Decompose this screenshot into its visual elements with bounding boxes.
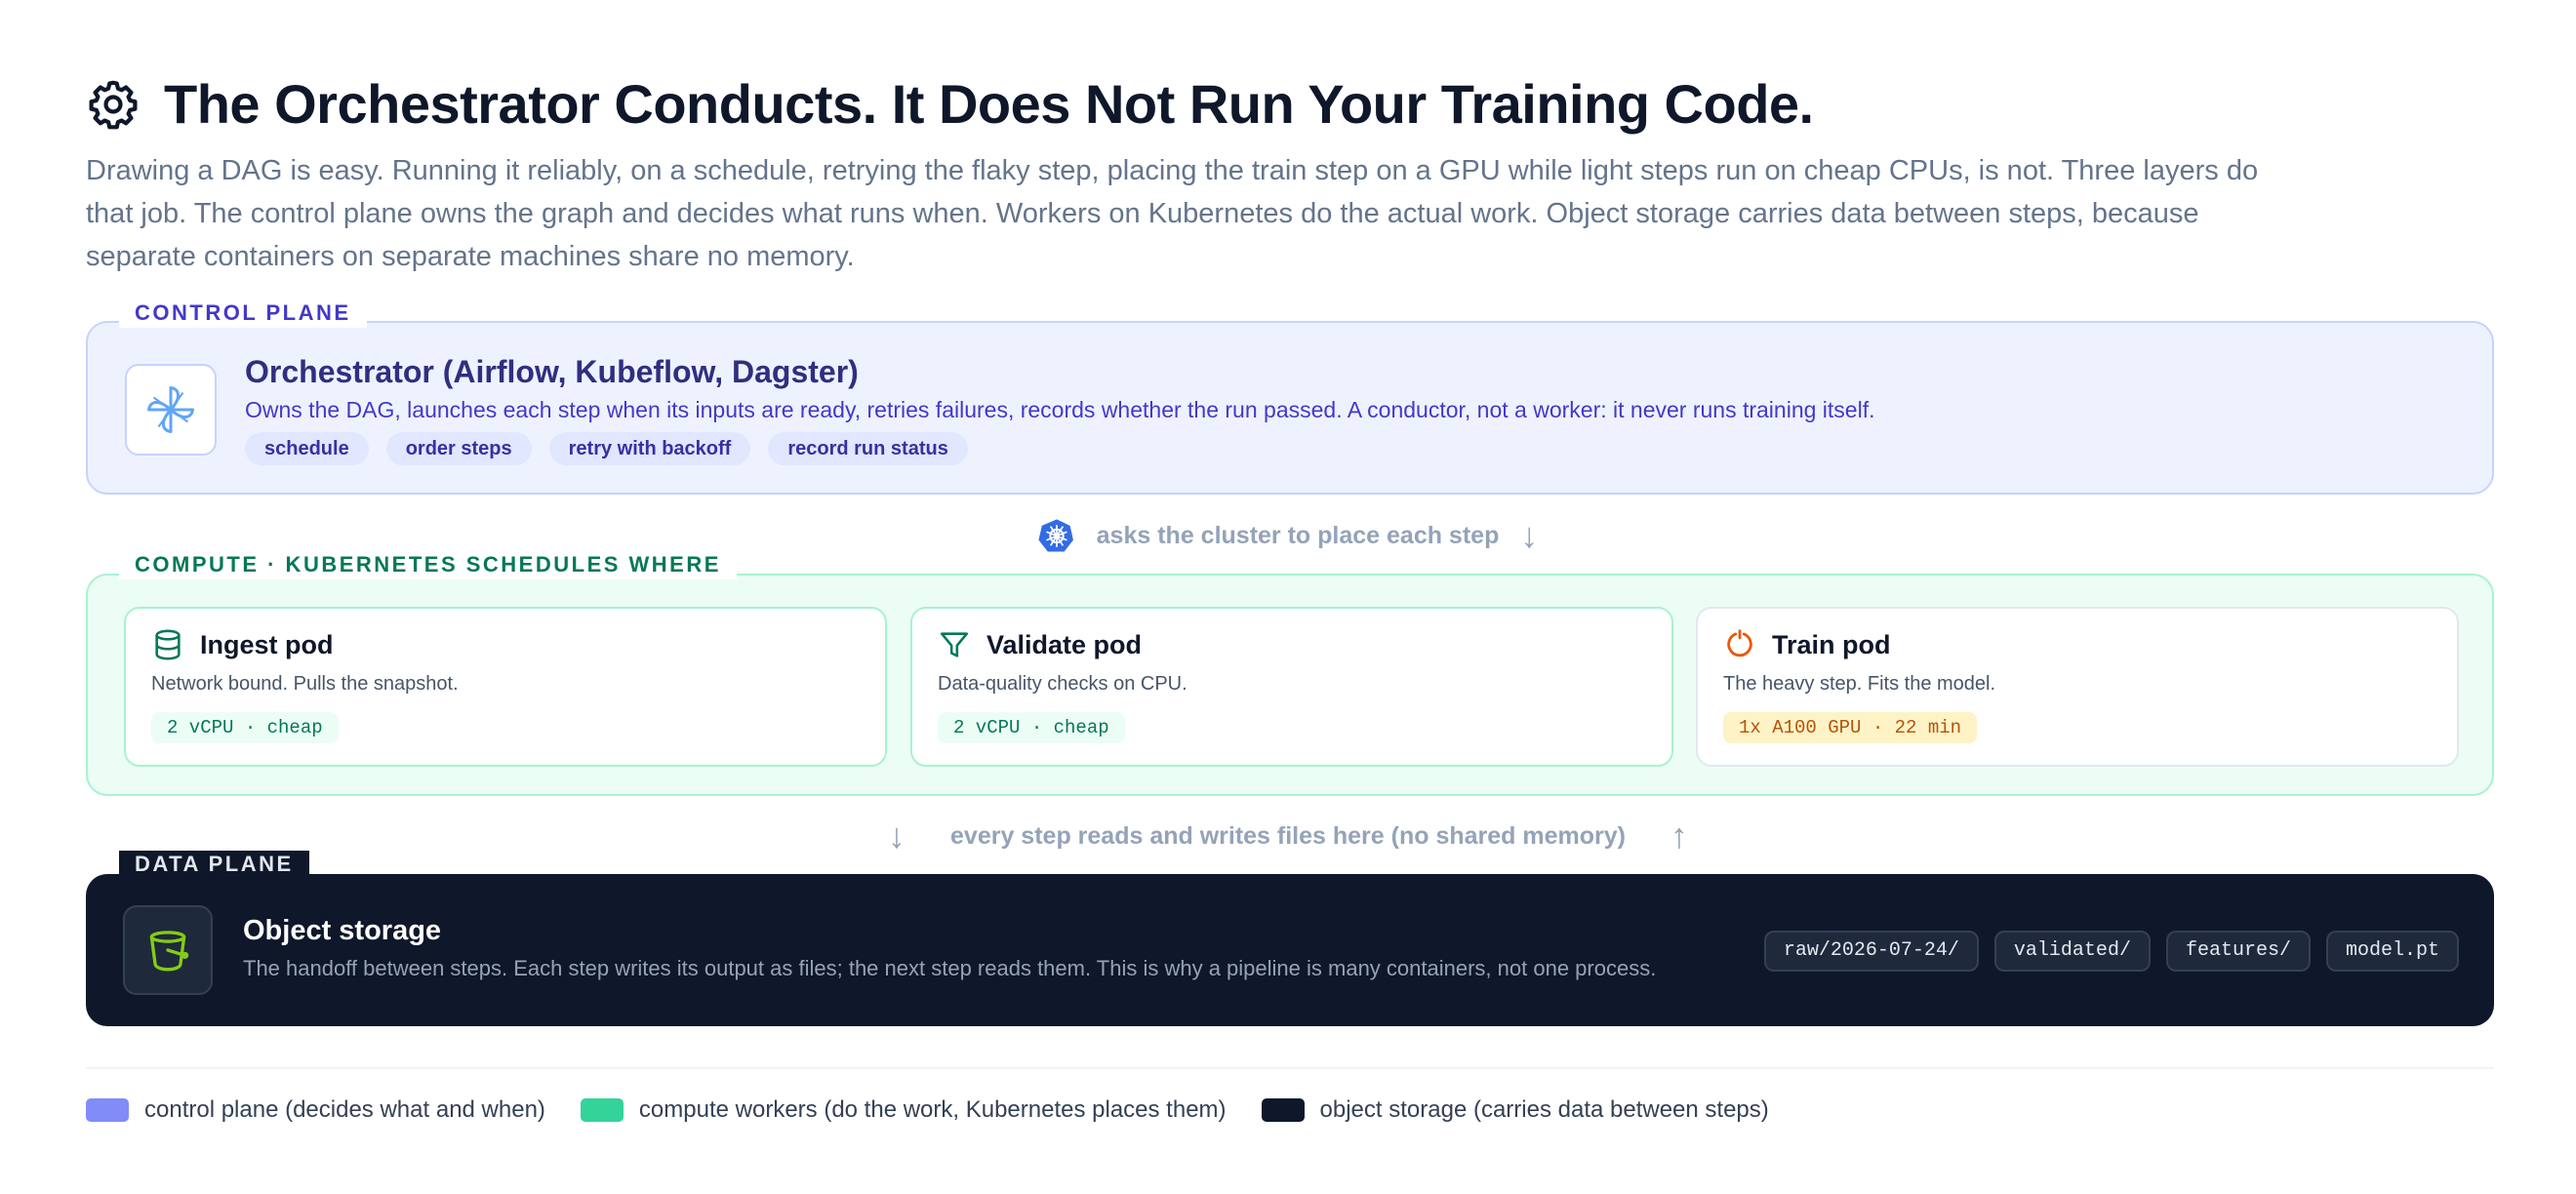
pod-header: Train pod	[1723, 628, 1891, 661]
pod-description: The heavy step. Fits the model.	[1723, 673, 1996, 695]
pod-card-validate: Validate pod Data-quality checks on CPU.…	[910, 607, 1673, 767]
pod-spec: 1x A100 GPU · 22 min	[1723, 712, 1978, 743]
title-row: The Orchestrator Conducts. It Does Not R…	[86, 72, 2330, 136]
gear-icon	[86, 77, 141, 132]
spinner-icon	[1723, 628, 1756, 661]
connector-top-text: asks the cluster to place each step	[1096, 521, 1500, 549]
object-storage-title: Object storage	[243, 915, 442, 946]
pod-description: Network bound. Pulls the snapshot.	[151, 673, 459, 695]
legend-label: compute workers (do the work, Kubernetes…	[638, 1096, 1227, 1123]
storage-path: validated/	[1993, 931, 2151, 972]
legend-label: object storage (carries data between ste…	[1319, 1096, 1769, 1123]
pod-title: Validate pod	[986, 629, 1143, 659]
connector-compute-to-data: ↓ every step reads and writes files here…	[0, 817, 2576, 855]
legend-item-control: control plane (decides what and when)	[86, 1096, 545, 1124]
chip-schedule: schedule	[245, 432, 369, 465]
control-plane-tag: CONTROL PLANE	[119, 298, 367, 328]
legend-swatch	[1261, 1098, 1305, 1122]
legend-item-storage: object storage (carries data between ste…	[1261, 1096, 1769, 1124]
bucket-icon	[123, 905, 213, 995]
orchestrator-title: Orchestrator (Airflow, Kubeflow, Dagster…	[245, 354, 859, 389]
arrow-down-icon: ↓	[1520, 515, 1539, 555]
compute-card: Ingest pod Network bound. Pulls the snap…	[86, 574, 2494, 796]
legend-label: control plane (decides what and when)	[144, 1096, 545, 1123]
pod-card-ingest: Ingest pod Network bound. Pulls the snap…	[124, 607, 887, 767]
legend-swatch	[580, 1098, 624, 1122]
storage-path: model.pt	[2325, 931, 2459, 972]
object-storage-description: The handoff between steps. Each step wri…	[243, 956, 1657, 980]
pod-spec: 2 vCPU · cheap	[938, 712, 1125, 743]
pinwheel-icon	[125, 364, 217, 456]
data-plane-tag: DATA PLANE	[119, 851, 309, 878]
pod-header: Ingest pod	[151, 628, 334, 661]
connector-bottom-text: every step reads and writes files here (…	[950, 821, 1626, 850]
database-icon	[151, 628, 184, 661]
legend-swatch	[86, 1098, 129, 1122]
chip-record-run-status: record run status	[768, 432, 968, 465]
filter-icon	[938, 628, 971, 661]
page: The Orchestrator Conducts. It Does Not R…	[0, 0, 2576, 1194]
storage-path: features/	[2165, 931, 2311, 972]
pod-header: Validate pod	[938, 628, 1142, 661]
legend-item-compute: compute workers (do the work, Kubernetes…	[580, 1096, 1227, 1124]
storage-path: raw/2026-07-24/	[1763, 931, 1979, 972]
control-plane-card: Orchestrator (Airflow, Kubeflow, Dagster…	[86, 321, 2494, 495]
chip-order-steps: order steps	[385, 432, 532, 465]
pod-title: Ingest pod	[200, 629, 334, 659]
data-plane-card: Object storage The handoff between steps…	[86, 874, 2494, 1026]
page-subtitle: Drawing a DAG is easy. Running it reliab…	[86, 155, 2259, 272]
pod-description: Data-quality checks on CPU.	[938, 673, 1187, 695]
connector-control-to-compute: asks the cluster to place each step ↓	[0, 517, 2576, 554]
page-title: The Orchestrator Conducts. It Does Not R…	[164, 73, 1814, 135]
storage-paths: raw/2026-07-24/ validated/ features/ mod…	[1763, 931, 2459, 972]
orchestrator-description: Owns the DAG, launches each step when it…	[245, 397, 1875, 422]
pod-spec: 2 vCPU · cheap	[151, 712, 339, 743]
pod-title: Train pod	[1772, 629, 1891, 659]
arrow-up-icon: ↑	[1670, 816, 1688, 856]
arrow-down-icon: ↓	[888, 816, 906, 856]
kubernetes-icon	[1038, 517, 1075, 554]
orchestrator-chips: schedule order steps retry with backoff …	[245, 432, 968, 465]
legend-divider	[86, 1067, 2494, 1069]
header: The Orchestrator Conducts. It Does Not R…	[86, 72, 2330, 278]
pod-card-train: Train pod The heavy step. Fits the model…	[1696, 607, 2459, 767]
chip-retry-with-backoff: retry with backoff	[548, 432, 751, 465]
legend: control plane (decides what and when) co…	[86, 1096, 1769, 1124]
compute-tag: COMPUTE · KUBERNETES SCHEDULES WHERE	[119, 550, 737, 579]
